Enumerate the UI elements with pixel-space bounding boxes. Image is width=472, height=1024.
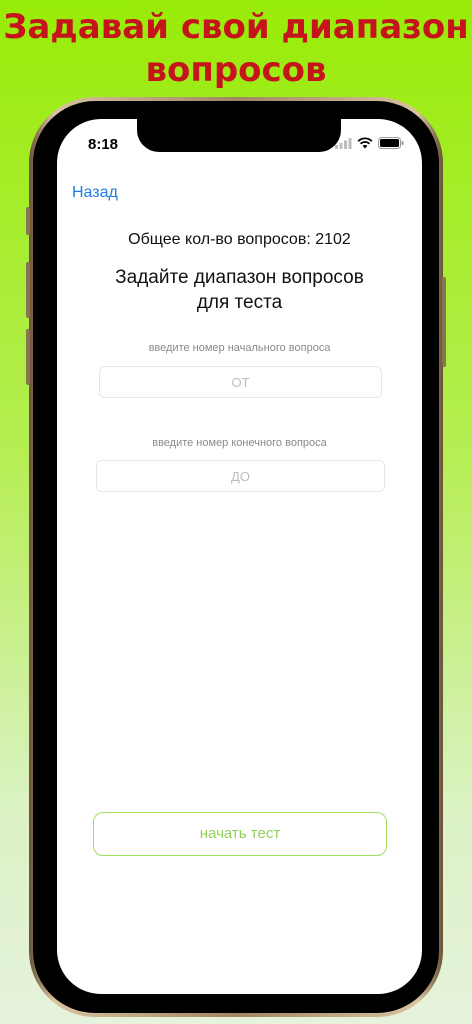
end-question-hint: введите номер конечного вопроса: [152, 437, 327, 449]
battery-icon: [378, 137, 404, 149]
promo-title-line2: вопросов: [145, 50, 327, 90]
start-question-input[interactable]: [99, 366, 382, 398]
start-question-hint: введите номер начального вопроса: [148, 342, 331, 354]
notch: [137, 119, 341, 152]
mute-switch: [26, 207, 30, 235]
phone-bezel: 8:18 Назад Общее кол-во вопросов: 2102 З…: [33, 101, 439, 1013]
status-time: 8:18: [88, 136, 119, 153]
app-screen: 8:18 Назад Общее кол-во вопросов: 2102 З…: [57, 119, 422, 994]
total-questions-label: Общее кол-во вопросов: 2102: [128, 231, 351, 248]
power-button: [442, 277, 446, 367]
heading-line1: Задайте диапазон вопросов: [115, 267, 364, 288]
volume-down-button: [26, 329, 30, 385]
wifi-icon: [357, 137, 373, 149]
status-icons: [335, 137, 404, 149]
heading-line2: для теста: [196, 292, 283, 313]
volume-up-button: [26, 262, 30, 318]
page-heading: Задайте диапазон вопросов для теста: [57, 265, 422, 315]
phone-frame: 8:18 Назад Общее кол-во вопросов: 2102 З…: [26, 97, 446, 1017]
promo-title: Задавай свой диапазон вопросов: [0, 6, 472, 92]
end-question-input[interactable]: [96, 460, 385, 492]
back-button[interactable]: Назад: [72, 184, 118, 202]
start-test-button[interactable]: начать тест: [93, 812, 387, 856]
promo-title-line1: Задавай свой диапазон: [3, 7, 469, 47]
cellular-signal-icon: [335, 137, 352, 149]
